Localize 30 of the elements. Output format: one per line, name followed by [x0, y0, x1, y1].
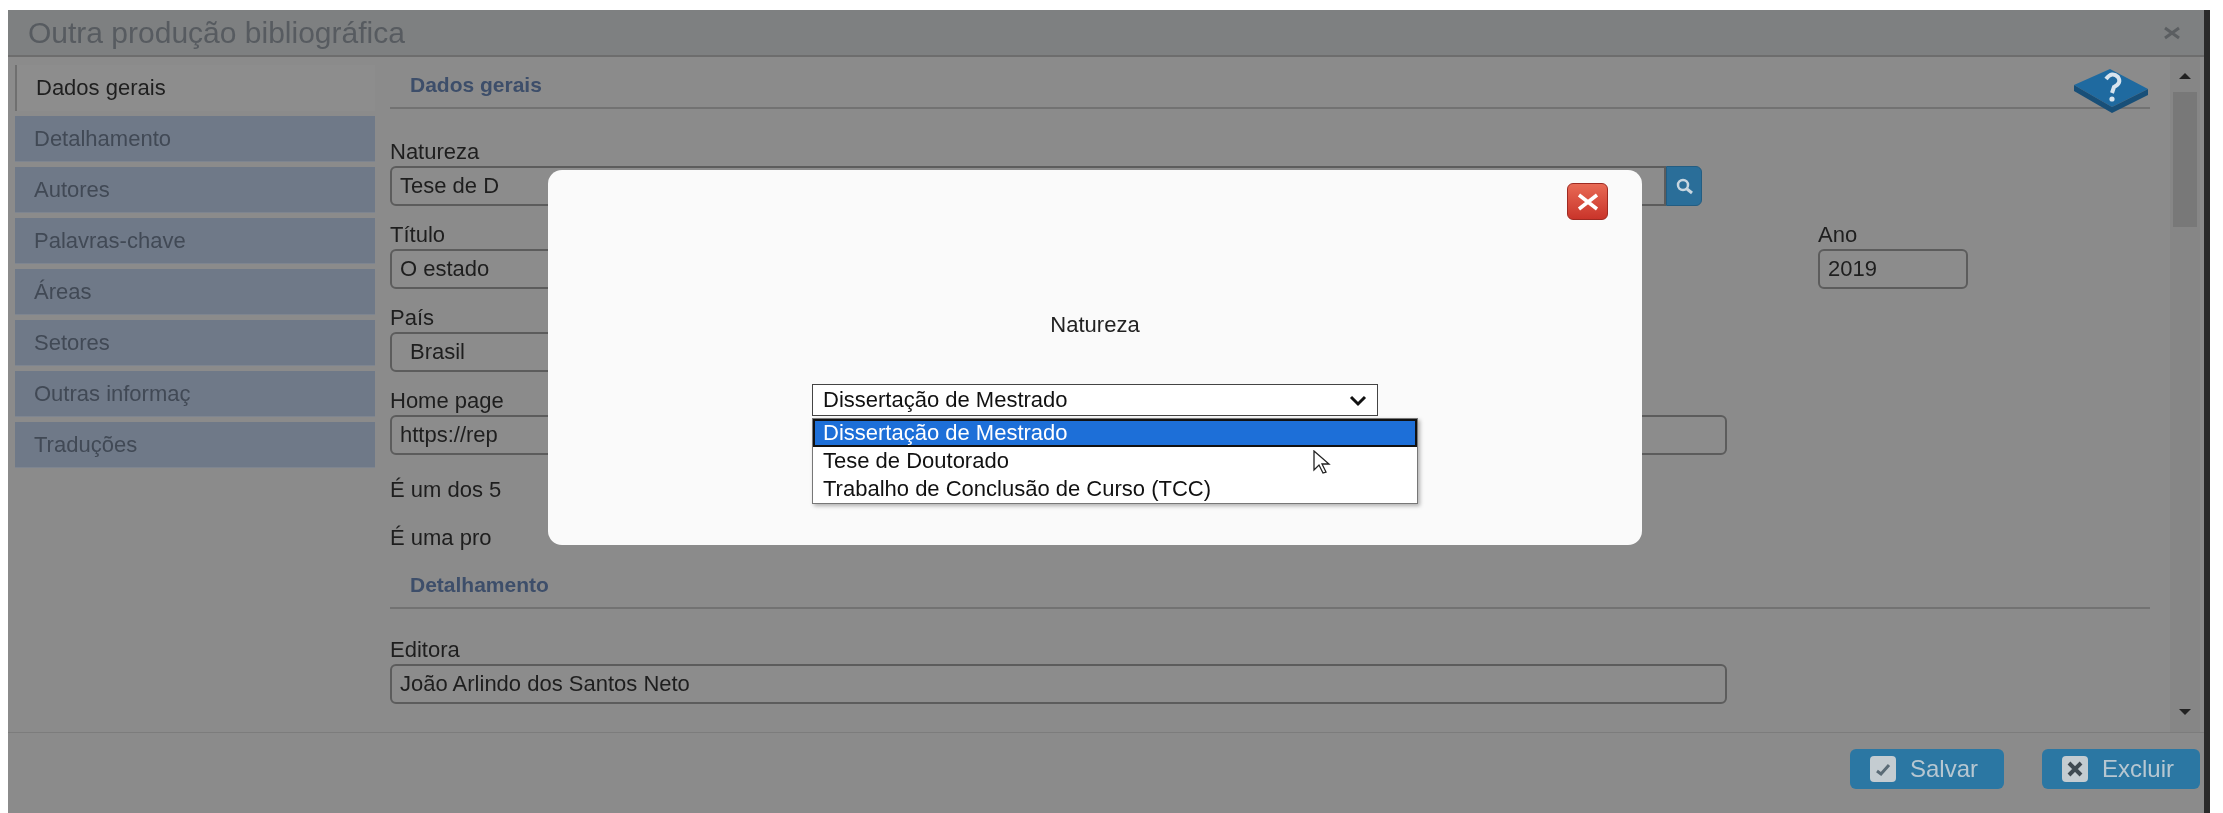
field-label: Natureza	[390, 141, 480, 163]
section-heading: Dados gerais	[410, 73, 542, 97]
field-label: Título	[390, 224, 446, 246]
close-icon	[1576, 192, 1599, 211]
chevron-icon	[1349, 393, 1367, 407]
scrollbar[interactable]	[2170, 57, 2200, 732]
section-heading: Detalhamento	[410, 573, 549, 597]
question-text: É uma pro	[390, 525, 492, 550]
close-button[interactable]	[1567, 183, 1608, 220]
dropdown-option[interactable]: Dissertação de Mestrado	[813, 419, 1417, 447]
check-icon	[1869, 756, 1896, 782]
question-text: É um dos 5	[390, 477, 502, 502]
search-button[interactable]	[1666, 166, 1702, 206]
text-field[interactable]: João Arlindo dos Santos Neto	[390, 664, 1727, 704]
cursor-icon	[1313, 450, 1331, 475]
field-label: Editora	[390, 639, 460, 661]
dropdown-option[interactable]: Tese de Doutorado	[813, 447, 1417, 475]
scroll-up-icon[interactable]	[2177, 71, 2193, 81]
modal-label: Natureza	[1050, 312, 1140, 338]
text-field[interactable]: 2019	[1818, 249, 1968, 289]
field-label: Home page	[390, 390, 504, 412]
field-label: Ano	[1818, 224, 1858, 246]
delete-button[interactable]: Excluir	[2042, 749, 2200, 789]
search-icon	[1675, 177, 1693, 195]
save-button[interactable]: Salvar	[1849, 749, 2004, 789]
dropdown-option[interactable]: Trabalho de Conclusão de Curso (TCC)	[813, 475, 1417, 503]
scroll-down-icon[interactable]	[2177, 707, 2193, 717]
x-icon	[2062, 756, 2088, 782]
dropdown-select[interactable]: Dissertação de Mestrado	[812, 384, 1378, 416]
field-label: País	[390, 307, 435, 329]
